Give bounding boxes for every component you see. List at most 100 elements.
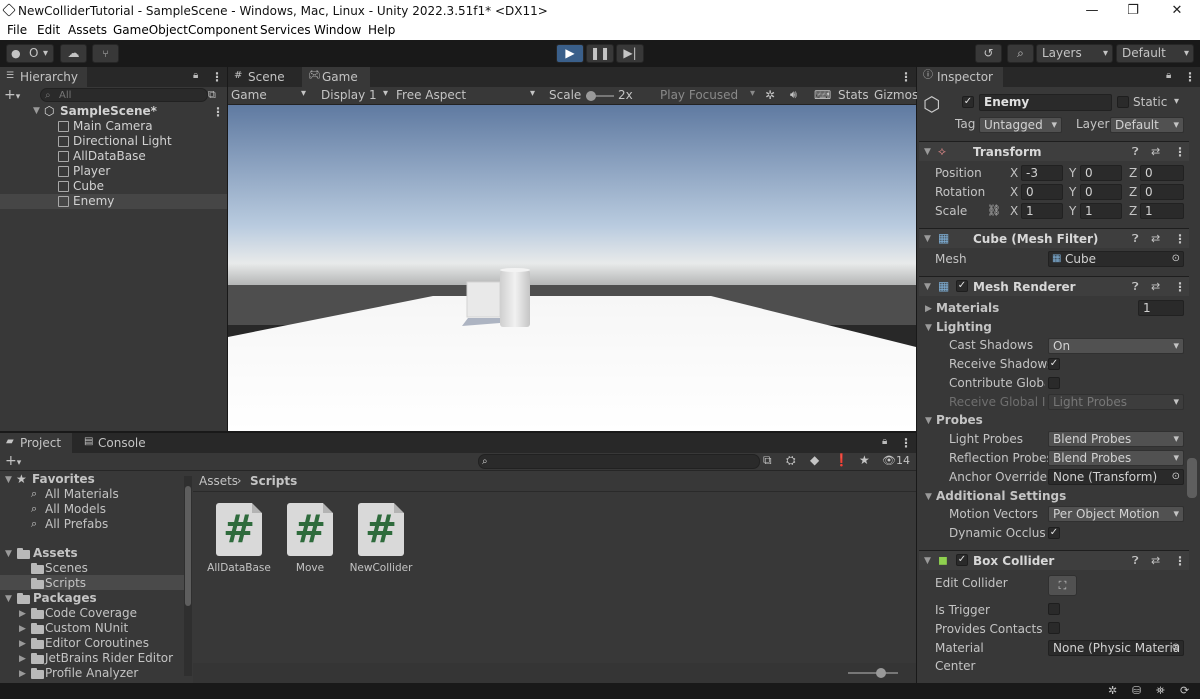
hidden-packages[interactable]: 👁︎14 xyxy=(882,454,910,467)
additional-settings-foldout[interactable]: Additional Settings xyxy=(936,489,1066,503)
search-by-type-icon[interactable]: ⧉ xyxy=(763,453,772,468)
folder-item[interactable]: Scenes xyxy=(45,561,88,575)
cache-server-icon[interactable]: ⛁ xyxy=(1132,684,1141,697)
hierarchy-item-directional-light[interactable]: Directional Light xyxy=(0,134,227,149)
account-button[interactable]: ● O ▾ xyxy=(6,44,54,63)
play-focused-dropdown[interactable]: Play Focused ▾ xyxy=(660,88,760,102)
auto-generate-lighting-icon[interactable]: ⛯ xyxy=(1156,684,1165,698)
search-button[interactable]: ⌕ xyxy=(1007,44,1034,63)
breadcrumb-assets[interactable]: Assets xyxy=(199,474,238,488)
view-dropdown[interactable]: Game ▾ xyxy=(231,88,311,102)
expand-arrow-icon[interactable]: ▶ xyxy=(19,639,26,649)
component-menu-icon[interactable]: ⋮ xyxy=(1174,146,1186,158)
scene-row[interactable]: ▼ ⬡ SampleScene* ⋮ xyxy=(0,104,227,119)
rotation-z-field[interactable]: 0 xyxy=(1140,184,1184,200)
maximize-icon[interactable]: ❐ xyxy=(1111,2,1155,20)
package-item[interactable]: JetBrains Rider Editor xyxy=(45,651,173,665)
expand-arrow-icon[interactable]: ▼ xyxy=(925,416,932,426)
play-button[interactable]: ▶ xyxy=(556,44,584,63)
box-collider-header[interactable]: ▼ ◼ ✓ Box Collider ❓︎ ⇄ ⋮ xyxy=(919,550,1189,570)
more-options-icon[interactable]: ⋮ xyxy=(900,437,912,449)
lighting-foldout[interactable]: Lighting xyxy=(936,320,992,334)
materials-count-field[interactable]: 1 xyxy=(1138,300,1184,316)
help-icon[interactable]: ❓︎ xyxy=(1132,145,1139,159)
create-button[interactable]: +▾ xyxy=(5,453,21,469)
cloud-button[interactable]: ☁ xyxy=(60,44,87,63)
tag-dropdown[interactable]: Untagged xyxy=(979,117,1062,133)
active-checkbox[interactable]: ✓ xyxy=(962,96,974,108)
layer-dropdown[interactable]: Default xyxy=(1110,117,1184,133)
packages-folder[interactable]: Packages xyxy=(33,591,97,605)
chevron-down-icon[interactable]: ▾ xyxy=(1174,96,1179,107)
position-x-field[interactable]: -3 xyxy=(1021,165,1063,181)
close-icon[interactable]: ✕ xyxy=(1155,2,1199,20)
expand-arrow-icon[interactable]: ▼ xyxy=(5,594,12,604)
tab-scene[interactable]: # Scene xyxy=(228,67,300,87)
package-item[interactable]: Profile Analyzer xyxy=(45,666,138,680)
component-enabled-checkbox[interactable]: ✓ xyxy=(956,280,968,292)
object-picker-icon[interactable]: ⊙ xyxy=(1172,252,1180,266)
expand-arrow-icon[interactable]: ▼ xyxy=(925,323,932,333)
debug-icon[interactable]: ✲ xyxy=(1108,684,1117,697)
tab-game[interactable]: 🎮︎ Game xyxy=(302,67,370,87)
audio-icon[interactable]: 🔊︎ xyxy=(790,88,797,102)
bug-icon[interactable]: ✲ xyxy=(765,88,775,102)
menu-help[interactable]: Help xyxy=(368,23,395,37)
component-menu-icon[interactable]: ⋮ xyxy=(1174,233,1186,245)
display-dropdown[interactable]: Display 1 ▾ xyxy=(321,88,393,102)
tab-inspector[interactable]: ⓘ Inspector xyxy=(917,67,1003,87)
breadcrumb-scripts[interactable]: Scripts xyxy=(250,474,297,488)
receive-shadows-checkbox[interactable]: ✓ xyxy=(1048,358,1060,370)
step-button[interactable]: ▶| xyxy=(616,44,644,63)
expand-arrow-icon[interactable]: ▼ xyxy=(924,556,931,566)
lock-icon[interactable]: 🔒︎ xyxy=(193,70,198,81)
presets-icon[interactable]: ⇄ xyxy=(1151,232,1160,245)
hierarchy-item-main-camera[interactable]: Main Camera xyxy=(0,119,227,134)
tab-project[interactable]: ▰ Project xyxy=(0,433,72,453)
package-item[interactable]: Code Coverage xyxy=(45,606,137,620)
expand-arrow-icon[interactable]: ▶ xyxy=(19,654,26,664)
rotation-y-field[interactable]: 0 xyxy=(1080,184,1122,200)
component-menu-icon[interactable]: ⋮ xyxy=(1174,281,1186,293)
object-name-input[interactable]: Enemy xyxy=(979,94,1112,111)
presets-icon[interactable]: ⇄ xyxy=(1151,554,1160,567)
favorite-item[interactable]: All Models xyxy=(45,502,106,516)
position-y-field[interactable]: 0 xyxy=(1080,165,1122,181)
add-button[interactable]: +▾ xyxy=(4,87,34,103)
presets-icon[interactable]: ⇄ xyxy=(1151,145,1160,158)
dynamic-occlusion-checkbox[interactable]: ✓ xyxy=(1048,527,1060,539)
asset-tile[interactable]: # AllDataBase xyxy=(199,503,279,583)
mesh-filter-header[interactable]: ▼ ▦ Cube (Mesh Filter) ❓︎ ⇄ ⋮ xyxy=(919,228,1189,248)
expand-arrow-icon[interactable]: ▼ xyxy=(925,492,932,502)
expand-arrow-icon[interactable]: ▶ xyxy=(19,609,26,619)
warning-filter-icon[interactable]: ❗ xyxy=(834,453,849,467)
more-options-icon[interactable]: ⋮ xyxy=(1184,71,1196,83)
layers-dropdown[interactable]: Layers ▾ xyxy=(1036,44,1113,63)
menu-component[interactable]: Component xyxy=(188,23,258,37)
game-viewport[interactable] xyxy=(228,105,916,431)
transform-header[interactable]: ▼ ⟡ Transform ❓︎ ⇄ ⋮ xyxy=(919,141,1189,161)
menu-services[interactable]: Services xyxy=(260,23,311,37)
menu-gameobject[interactable]: GameObject xyxy=(113,23,188,37)
progress-icon[interactable]: ⟳ xyxy=(1180,684,1189,697)
expand-arrow-icon[interactable]: ▼ xyxy=(5,549,12,559)
component-menu-icon[interactable]: ⋮ xyxy=(1174,555,1186,567)
expand-arrow-icon[interactable]: ▶ xyxy=(925,304,932,314)
help-icon[interactable]: ❓︎ xyxy=(1132,280,1139,294)
lock-icon[interactable]: 🔒︎ xyxy=(882,436,887,447)
asset-tile[interactable]: # NewCollider xyxy=(341,503,421,583)
hierarchy-item-alldatabase[interactable]: AllDataBase xyxy=(0,149,227,164)
edit-collider-button[interactable]: ⛶ xyxy=(1048,575,1077,596)
pause-button[interactable]: ❚❚ xyxy=(586,44,614,63)
hierarchy-item-enemy[interactable]: Enemy xyxy=(0,194,227,209)
project-search-input[interactable]: ⌕ xyxy=(478,454,760,469)
rotation-x-field[interactable]: 0 xyxy=(1021,184,1063,200)
expand-arrow-icon[interactable]: ▼ xyxy=(924,282,931,292)
scale-slider[interactable] xyxy=(586,91,614,101)
object-picker-icon[interactable]: ⊙ xyxy=(1172,470,1180,484)
constrain-proportions-icon[interactable]: ⛓︎ xyxy=(987,204,1001,217)
menu-assets[interactable]: Assets xyxy=(68,23,107,37)
tree-scrollbar[interactable] xyxy=(184,476,192,676)
is-trigger-checkbox[interactable] xyxy=(1048,603,1060,615)
asset-tile[interactable]: # Move xyxy=(270,503,350,583)
